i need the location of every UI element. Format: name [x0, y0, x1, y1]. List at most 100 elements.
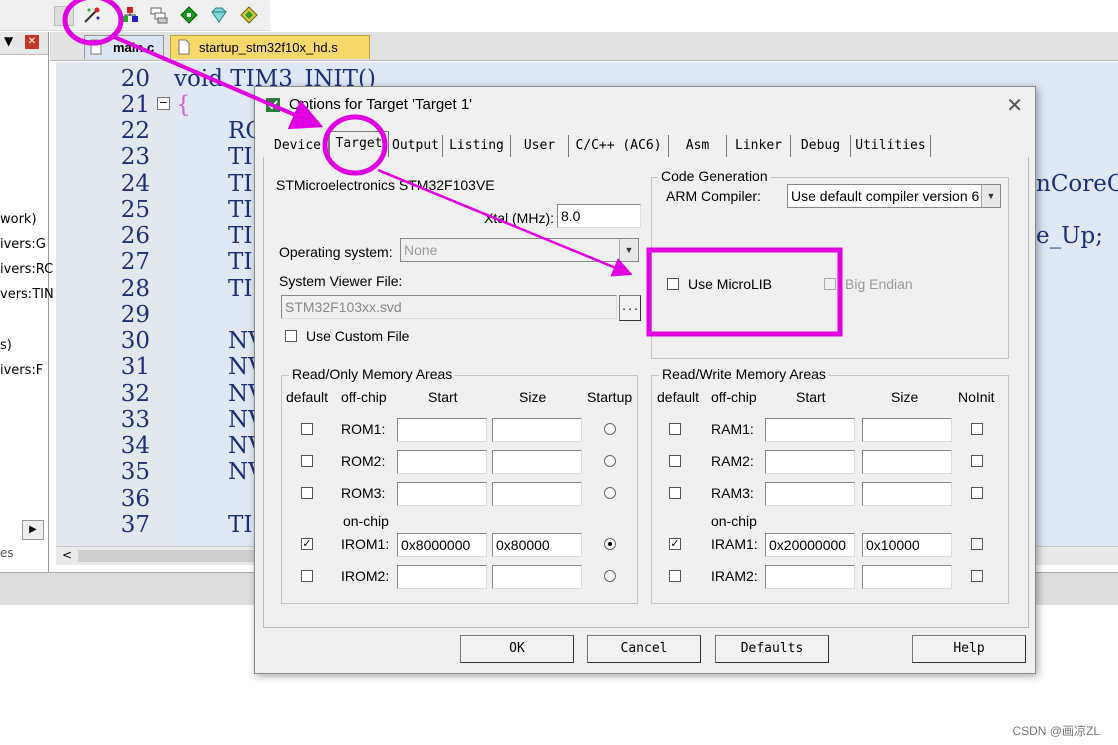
svf-browse-button[interactable]: ... — [619, 295, 641, 321]
project-panel — [0, 32, 49, 572]
help-button[interactable]: Help — [912, 635, 1026, 663]
os-select[interactable]: None ▼ — [400, 238, 639, 262]
components-icon[interactable] — [240, 6, 258, 24]
ro-header-start: Start — [428, 389, 458, 405]
close-icon[interactable]: ✕ — [1006, 93, 1023, 117]
use-custom-file-checkbox[interactable] — [285, 330, 297, 342]
rom-size-input[interactable] — [492, 565, 582, 589]
manage-project-icon[interactable] — [121, 6, 139, 24]
watermark: CSDN @画凉ZL — [1012, 724, 1100, 738]
ram-area-label: RAM2: — [711, 453, 754, 469]
rom-area-label: IROM1: — [341, 536, 390, 552]
pack-installer-icon[interactable] — [180, 6, 198, 24]
pin-icon[interactable]: ▼ — [4, 34, 13, 48]
panel-tab[interactable]: es — [0, 546, 14, 560]
ram-start-input[interactable] — [765, 450, 855, 474]
ram-start-input[interactable] — [765, 482, 855, 506]
ram-noinit-checkbox[interactable] — [971, 538, 983, 550]
rom-size-input[interactable] — [492, 482, 582, 506]
tab-debug[interactable]: Debug — [791, 135, 851, 157]
tab-user[interactable]: User — [511, 135, 569, 157]
ram-noinit-checkbox[interactable] — [971, 455, 983, 467]
ro-header-startup: Startup — [587, 389, 633, 405]
code-fragment: nCoreCl — [1036, 171, 1118, 197]
chevron-down-icon: ▼ — [619, 239, 638, 261]
ram-size-input[interactable] — [862, 565, 952, 589]
ram-area-label: RAM1: — [711, 421, 754, 437]
tab-cpp[interactable]: C/C++ (AC6) — [569, 135, 669, 157]
rom-startup-radio[interactable] — [604, 570, 616, 582]
tab-utilities[interactable]: Utilities — [851, 135, 931, 157]
tree-item[interactable]: ivers:RC — [0, 262, 53, 277]
tab-target[interactable]: Target — [329, 131, 389, 158]
ro-header-size: Size — [519, 389, 547, 405]
ram-default-checkbox[interactable] — [669, 455, 681, 467]
toolbar-icon[interactable] — [54, 6, 74, 26]
rw-onchip-label: on-chip — [711, 513, 757, 529]
ram-size-input[interactable] — [862, 450, 952, 474]
ram-default-checkbox[interactable] — [669, 423, 681, 435]
ram-noinit-checkbox[interactable] — [971, 487, 983, 499]
ram-start-input[interactable]: 0x20000000 — [765, 533, 855, 557]
rom-size-input[interactable]: 0x80000 — [492, 533, 582, 557]
options-for-target-icon[interactable] — [83, 6, 101, 24]
svf-input[interactable]: STM32F103xx.svd — [281, 295, 617, 319]
ram-size-input[interactable] — [862, 482, 952, 506]
tab-asm[interactable]: Asm — [669, 135, 727, 157]
xtal-label: Xtal (MHz): — [484, 210, 554, 226]
cancel-button[interactable]: Cancel — [587, 635, 701, 663]
gem-icon[interactable] — [210, 6, 228, 24]
rom-size-input[interactable] — [492, 418, 582, 442]
ram-size-input[interactable]: 0x10000 — [862, 533, 952, 557]
tab-listing[interactable]: Listing — [443, 135, 511, 157]
rom-default-checkbox[interactable] — [301, 423, 313, 435]
rom-startup-radio[interactable] — [604, 455, 616, 467]
tab-device[interactable]: Device — [267, 135, 329, 157]
big-endian-label: Big Endian — [845, 276, 913, 292]
rom-default-checkbox[interactable] — [301, 487, 313, 499]
ram-noinit-checkbox[interactable] — [971, 570, 983, 582]
tree-item[interactable]: ivers:G — [0, 237, 46, 252]
scroll-left-icon[interactable]: < — [62, 548, 72, 562]
tree-item[interactable]: work) — [0, 212, 37, 227]
ram-size-input[interactable] — [862, 418, 952, 442]
select-packs-icon[interactable] — [150, 6, 168, 24]
tree-item[interactable]: vers:TIN — [0, 287, 54, 302]
rom-default-checkbox[interactable] — [301, 455, 313, 467]
close-icon[interactable]: ✕ — [25, 35, 39, 49]
line-number: 22 — [120, 118, 150, 144]
ram-noinit-checkbox[interactable] — [971, 423, 983, 435]
rom-size-input[interactable] — [492, 450, 582, 474]
defaults-button[interactable]: Defaults — [715, 635, 829, 663]
ram-default-checkbox[interactable] — [669, 570, 681, 582]
ram-start-input[interactable] — [765, 418, 855, 442]
rom-default-checkbox[interactable] — [301, 570, 313, 582]
arm-compiler-select[interactable]: Use default compiler version 6 ▼ — [787, 184, 1001, 208]
ram-default-checkbox[interactable] — [669, 487, 681, 499]
tree-item[interactable]: s) — [0, 338, 12, 353]
code-fragment: TI — [228, 171, 253, 197]
tab-linker[interactable]: Linker — [727, 135, 791, 157]
rom-startup-radio[interactable] — [604, 487, 616, 499]
rom-start-input[interactable] — [397, 482, 487, 506]
rom-default-checkbox[interactable]: ✓ — [301, 538, 313, 550]
rom-start-input[interactable]: 0x8000000 — [397, 533, 487, 557]
tab-output[interactable]: Output — [389, 135, 443, 157]
tab-startup-file[interactable]: startup_stm32f10x_hd.s — [170, 35, 370, 59]
ram-default-checkbox[interactable]: ✓ — [669, 538, 681, 550]
tree-item[interactable]: ivers:F — [0, 363, 43, 378]
use-microlib-checkbox[interactable] — [667, 278, 679, 290]
rom-start-input[interactable] — [397, 450, 487, 474]
xtal-input[interactable]: 8.0 — [557, 204, 641, 228]
rom-area-label: ROM2: — [341, 453, 386, 469]
rom-start-input[interactable] — [397, 418, 487, 442]
scroll-right-button[interactable]: ▶ — [22, 520, 44, 540]
rom-startup-radio[interactable] — [604, 538, 616, 550]
rom-startup-radio[interactable] — [604, 423, 616, 435]
ok-button[interactable]: OK — [460, 635, 574, 663]
rom-start-input[interactable] — [397, 565, 487, 589]
ram-start-input[interactable] — [765, 565, 855, 589]
big-endian-checkbox[interactable] — [824, 278, 836, 290]
fold-toggle[interactable]: − — [157, 97, 170, 110]
line-number: 35 — [120, 459, 150, 485]
